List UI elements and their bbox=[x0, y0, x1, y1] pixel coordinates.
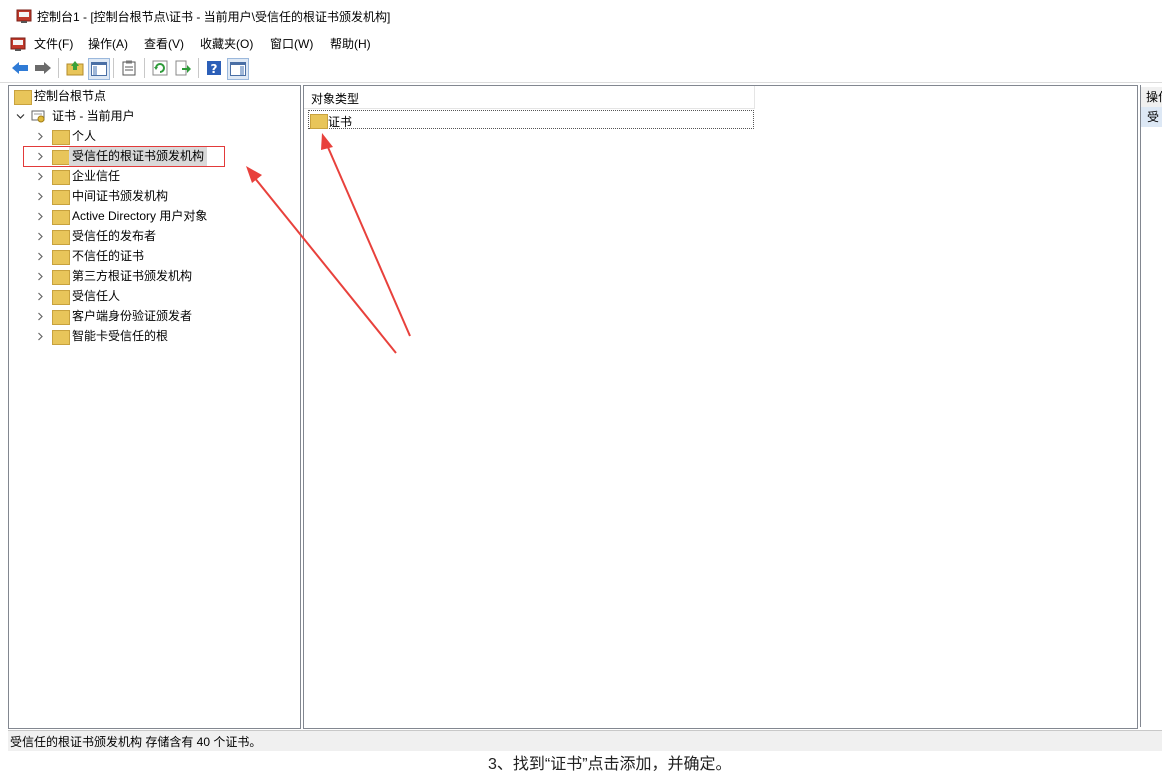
chevron-right-icon[interactable] bbox=[36, 332, 45, 341]
tree-item-label: 不信任的证书 bbox=[72, 249, 145, 263]
toolbar-separator bbox=[58, 58, 59, 78]
export-list-icon[interactable] bbox=[173, 58, 193, 78]
chevron-right-icon[interactable] bbox=[36, 292, 45, 301]
tree-item-label: 受信任的发布者 bbox=[72, 229, 157, 243]
tree-store-node[interactable]: 证书 - 当前用户 bbox=[14, 106, 214, 126]
back-arrow-icon[interactable] bbox=[10, 58, 30, 78]
folder-icon bbox=[52, 290, 70, 305]
tree-item[interactable]: Active Directory 用户对象 bbox=[34, 206, 294, 226]
folder-icon bbox=[52, 330, 70, 345]
tree-item[interactable]: 不信任的证书 bbox=[34, 246, 294, 266]
refresh-icon[interactable] bbox=[150, 58, 170, 78]
action-pane-header: 操作 bbox=[1141, 87, 1162, 107]
action-pane-item[interactable]: 受 bbox=[1141, 107, 1162, 127]
system-menu-icon[interactable] bbox=[10, 36, 26, 52]
tree-item[interactable]: 第三方根证书颁发机构 bbox=[34, 266, 294, 286]
column-header[interactable]: 对象类型 bbox=[304, 86, 755, 109]
folder-icon bbox=[52, 310, 70, 325]
chevron-right-icon[interactable] bbox=[36, 172, 45, 181]
tree-item-label: 受信任人 bbox=[72, 289, 121, 303]
chevron-right-icon[interactable] bbox=[36, 132, 45, 141]
window-title: 控制台1 - [控制台根节点\证书 - 当前用户\受信任的根证书颁发机构] bbox=[37, 10, 391, 24]
toolbar-separator bbox=[198, 58, 199, 78]
highlight-box bbox=[23, 146, 225, 167]
menu-file[interactable]: 文件(F) bbox=[34, 35, 73, 52]
tree-item[interactable]: 智能卡受信任的根 bbox=[34, 326, 294, 346]
up-folder-icon[interactable] bbox=[65, 58, 85, 78]
folder-icon bbox=[52, 230, 70, 245]
chevron-right-icon[interactable] bbox=[36, 272, 45, 281]
folder-icon bbox=[52, 170, 70, 185]
tree-item-label: 第三方根证书颁发机构 bbox=[72, 269, 193, 283]
menu-help[interactable]: 帮助(H) bbox=[330, 35, 371, 52]
chevron-right-icon[interactable] bbox=[36, 312, 45, 321]
tree-item-label: 中间证书颁发机构 bbox=[72, 189, 169, 203]
folder-icon bbox=[52, 210, 70, 225]
status-text: 受信任的根证书颁发机构 存储含有 40 个证书。 bbox=[10, 735, 262, 749]
folder-icon bbox=[52, 190, 70, 205]
certificate-store-icon bbox=[31, 110, 45, 123]
folder-icon bbox=[52, 270, 70, 285]
tree-item[interactable]: 受信任人 bbox=[34, 286, 294, 306]
show-tree-icon[interactable] bbox=[88, 58, 110, 80]
action-pane[interactable]: 操作 受 bbox=[1140, 85, 1162, 727]
folder-icon bbox=[14, 90, 32, 105]
tree-item-label: 智能卡受信任的根 bbox=[72, 329, 169, 343]
chevron-right-icon[interactable] bbox=[36, 252, 45, 261]
tree-item[interactable]: 中间证书颁发机构 bbox=[34, 186, 294, 206]
tree-item-label: 个人 bbox=[72, 129, 97, 143]
toolbar-separator bbox=[144, 58, 145, 78]
chevron-right-icon[interactable] bbox=[36, 192, 45, 201]
tree-item-label: 客户端身份验证颁发者 bbox=[72, 309, 193, 323]
tree-store-label: 证书 - 当前用户 bbox=[52, 109, 135, 123]
background-document-text: 3、找到“证书”点击添加，并确定。 bbox=[488, 756, 732, 773]
svg-text:?: ? bbox=[211, 62, 218, 76]
properties-icon[interactable] bbox=[119, 58, 139, 78]
results-list-pane[interactable] bbox=[303, 85, 1138, 729]
menu-view[interactable]: 查看(V) bbox=[144, 35, 184, 52]
menu-window[interactable]: 窗口(W) bbox=[270, 35, 313, 52]
list-item[interactable]: 证书 bbox=[308, 110, 754, 129]
menu-favorites[interactable]: 收藏夹(O) bbox=[200, 35, 253, 52]
tree-item[interactable]: 个人 bbox=[34, 126, 294, 146]
tree-root-label: 控制台根节点 bbox=[34, 89, 107, 103]
tree-item[interactable]: 客户端身份验证颁发者 bbox=[34, 306, 294, 326]
chevron-down-icon[interactable] bbox=[16, 112, 25, 121]
tree-item[interactable]: 企业信任 bbox=[34, 166, 294, 186]
column-header-object-type: 对象类型 bbox=[311, 92, 360, 106]
chevron-right-icon[interactable] bbox=[36, 232, 45, 241]
help-icon[interactable]: ? bbox=[204, 58, 224, 78]
tree-item-label: 企业信任 bbox=[72, 169, 121, 183]
list-item-label: 证书 bbox=[328, 115, 353, 129]
show-action-pane-icon[interactable] bbox=[227, 58, 249, 80]
toolbar-separator bbox=[113, 58, 114, 78]
folder-icon bbox=[310, 114, 328, 129]
folder-icon bbox=[52, 130, 70, 145]
chevron-right-icon[interactable] bbox=[36, 212, 45, 221]
mmc-console-icon bbox=[16, 9, 32, 23]
menu-action[interactable]: 操作(A) bbox=[88, 35, 128, 52]
tree-item-label: Active Directory 用户对象 bbox=[72, 209, 208, 223]
folder-icon bbox=[52, 250, 70, 265]
tree-item[interactable]: 受信任的发布者 bbox=[34, 226, 294, 246]
forward-arrow-icon[interactable] bbox=[33, 58, 53, 78]
